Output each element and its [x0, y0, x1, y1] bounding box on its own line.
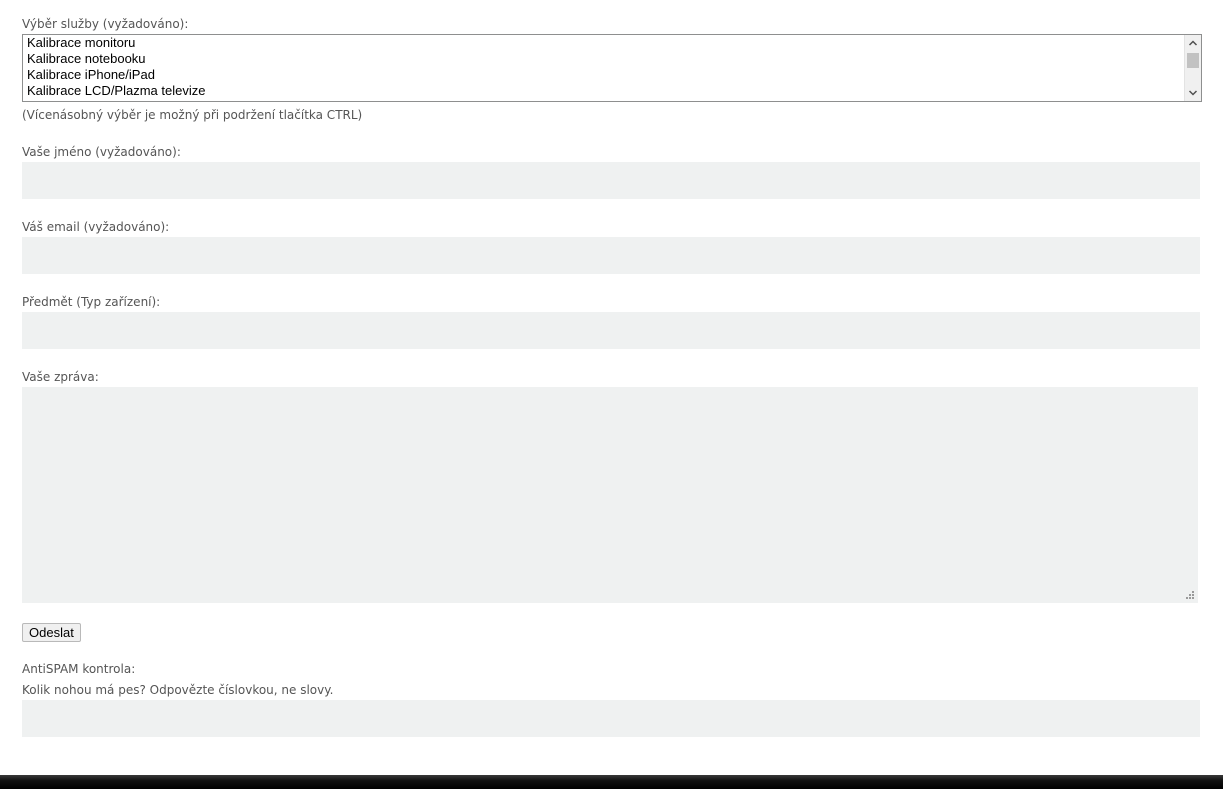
listbox-scrollbar[interactable] — [1184, 35, 1201, 101]
page-footer-bar — [0, 775, 1223, 789]
scrollbar-thumb[interactable] — [1187, 53, 1199, 68]
antispam-label: AntiSPAM kontrola: — [22, 662, 136, 676]
service-option[interactable]: Kalibrace notebooku — [23, 51, 1201, 67]
service-label: Výběr služby (vyžadováno): — [22, 17, 189, 31]
chevron-up-icon[interactable] — [1185, 35, 1201, 51]
antispam-question: Kolik nohou má pes? Odpovězte číslovkou,… — [22, 683, 334, 697]
chevron-down-icon[interactable] — [1185, 85, 1201, 101]
service-option[interactable]: Kalibrace monitoru — [23, 35, 1201, 51]
email-label: Váš email (vyžadováno): — [22, 220, 170, 234]
subject-input[interactable] — [22, 312, 1200, 349]
message-textarea[interactable] — [22, 387, 1198, 603]
service-option[interactable]: Kalibrace iPhone/iPad — [23, 67, 1201, 83]
contact-form: Výběr služby (vyžadováno): Kalibrace mon… — [0, 0, 1223, 789]
service-option[interactable]: Kalibrace LCD/Plazma televize — [23, 83, 1201, 99]
subject-label: Předmět (Typ zařízení): — [22, 295, 161, 309]
message-label: Vaše zpráva: — [22, 370, 99, 384]
submit-button[interactable]: Odeslat — [22, 623, 81, 642]
resize-grip-icon[interactable] — [1183, 588, 1195, 600]
name-input[interactable] — [22, 162, 1200, 199]
multi-select-hint: (Vícenásobný výběr je možný při podržení… — [22, 108, 363, 122]
service-listbox[interactable]: Kalibrace monitoru Kalibrace notebooku K… — [22, 34, 1202, 102]
email-input[interactable] — [22, 237, 1200, 274]
name-label: Vaše jméno (vyžadováno): — [22, 145, 181, 159]
antispam-input[interactable] — [22, 700, 1200, 737]
